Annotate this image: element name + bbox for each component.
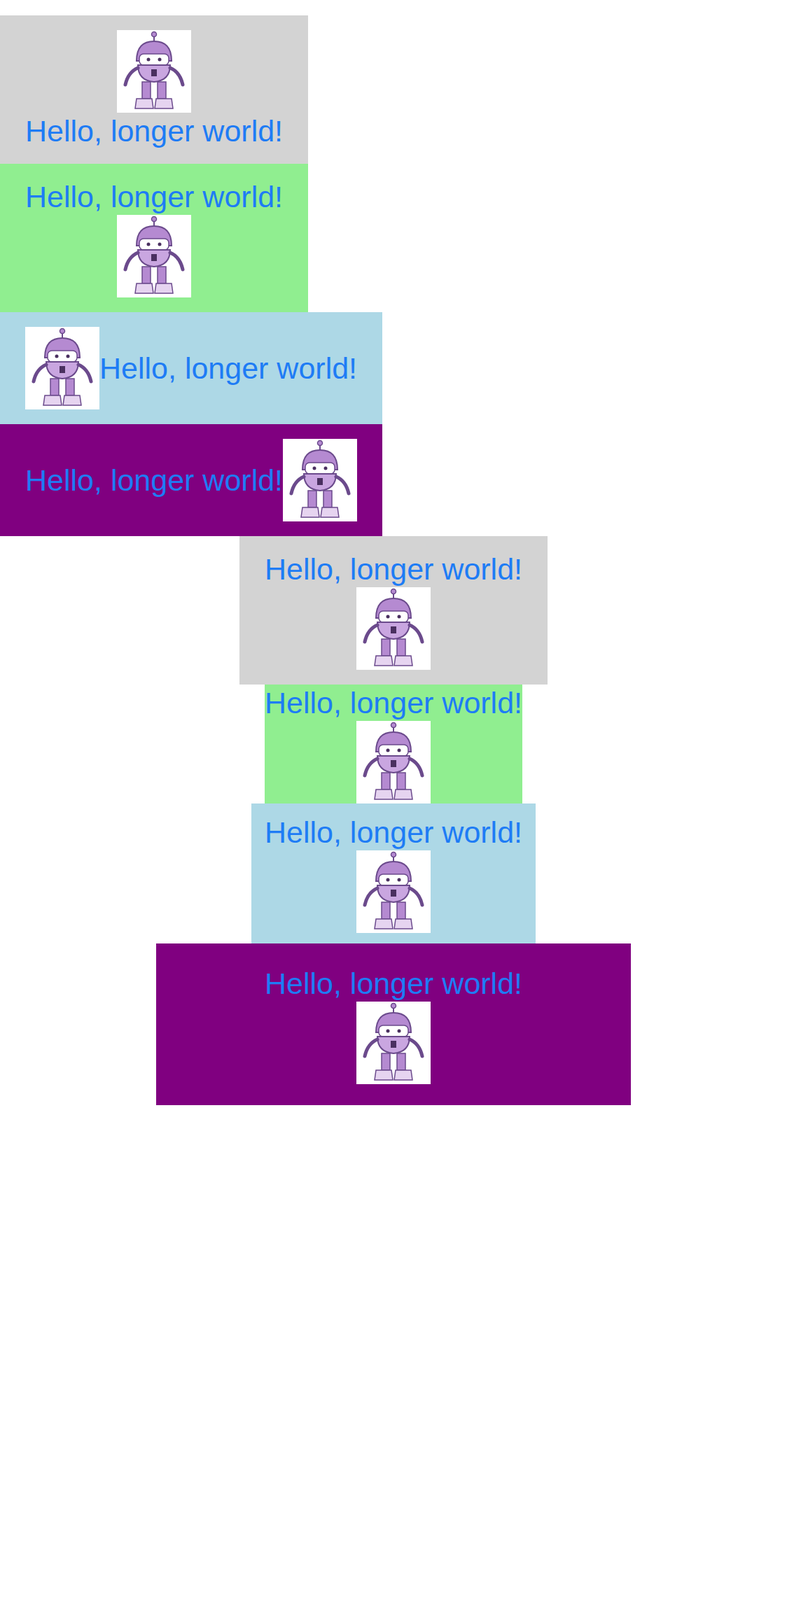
- demo-row: Hello, longer world!: [0, 424, 383, 537]
- demo-row: Hello, longer world!: [0, 163, 309, 313]
- left-group: Hello, longer world! Hello, longer world!…: [0, 15, 787, 537]
- robot-icon: [116, 214, 192, 298]
- hello-label: Hello, longer world!: [264, 684, 523, 722]
- center-group: Hello, longer world! Hello, longer world!…: [0, 536, 787, 1106]
- demo-row: Hello, longer world!: [251, 803, 536, 944]
- robot-icon: [356, 587, 431, 671]
- hello-label: Hello, longer world!: [25, 178, 283, 215]
- demo-row: Hello, longer world!: [156, 943, 631, 1106]
- hello-label: Hello, longer world!: [264, 965, 523, 1002]
- robot-icon: [282, 439, 358, 522]
- demo-row: Hello, longer world!: [0, 312, 383, 425]
- demo-row: Hello, longer world!: [239, 536, 548, 685]
- hello-label: Hello, longer world!: [25, 462, 283, 499]
- robot-icon: [25, 326, 100, 410]
- robot-icon: [356, 850, 431, 934]
- stage: Hello, longer world! Hello, longer world!…: [0, 0, 787, 1106]
- robot-icon: [356, 1001, 431, 1085]
- demo-row: Hello, longer world!: [0, 15, 309, 164]
- demo-row: Hello, longer world!: [264, 684, 523, 804]
- hello-label: Hello, longer world!: [99, 350, 358, 387]
- hello-label: Hello, longer world!: [25, 112, 283, 150]
- hello-label: Hello, longer world!: [264, 551, 523, 588]
- hello-label: Hello, longer world!: [264, 814, 523, 851]
- robot-icon: [116, 30, 192, 113]
- robot-icon: [356, 721, 431, 804]
